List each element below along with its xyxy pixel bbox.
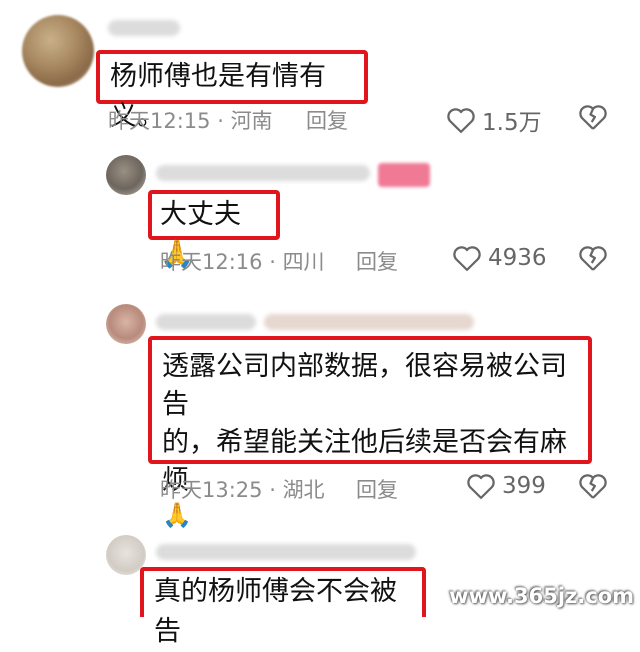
- comment-meta: 昨天12:16 · 四川: [160, 250, 325, 274]
- comment-highlight-box: 透露公司内部数据，很容易被公司告 的，希望能关注他后续是否会有麻烦 🙏: [148, 336, 592, 529]
- comment-text: 大丈夫: [160, 199, 241, 230]
- broken-heart-icon: [579, 105, 607, 130]
- reply-button[interactable]: 回复: [356, 246, 398, 276]
- avatar[interactable]: [106, 304, 146, 344]
- username-blurred[interactable]: [156, 165, 370, 181]
- comment-highlight-box: 杨师傅也是有情有义。: [96, 50, 368, 132]
- comment-location: 四川: [282, 250, 325, 274]
- like-button[interactable]: 4936: [452, 244, 547, 272]
- comment-time: 昨天13:25: [160, 478, 263, 502]
- username-blurred[interactable]: [156, 314, 256, 330]
- comment-meta: 昨天13:25 · 湖北: [160, 478, 325, 502]
- watermark: www.365jz.com: [449, 584, 634, 608]
- comment-text-line: 透露公司内部数据，很容易被公司告: [162, 351, 567, 420]
- comment-location: 湖北: [282, 478, 325, 502]
- broken-heart-icon: [579, 474, 607, 499]
- like-count: 1.5万: [482, 110, 542, 136]
- dislike-button[interactable]: [578, 103, 608, 135]
- heart-outline-icon: [453, 246, 481, 271]
- heart-outline-icon: [447, 108, 475, 133]
- username-blurred[interactable]: [108, 20, 180, 36]
- reply-button[interactable]: 回复: [306, 105, 348, 135]
- author-badge: [378, 163, 430, 187]
- dislike-button[interactable]: [578, 472, 608, 504]
- heart-outline-icon: [467, 474, 495, 499]
- avatar[interactable]: [106, 155, 146, 195]
- broken-heart-icon: [579, 246, 607, 271]
- comment-location: 河南: [230, 109, 273, 133]
- like-button[interactable]: 1.5万: [446, 103, 542, 137]
- reply-button[interactable]: 回复: [356, 474, 398, 504]
- reply-to-blurred[interactable]: [264, 314, 474, 330]
- like-count: 399: [502, 473, 546, 499]
- username-blurred[interactable]: [156, 544, 416, 560]
- comment-time: 昨天12:15: [108, 109, 211, 133]
- comment-highlight-box: 真的杨师傅会不会被告: [140, 567, 426, 647]
- comment-highlight-box: 大丈夫🙏: [148, 190, 280, 270]
- avatar[interactable]: [22, 15, 94, 87]
- like-count: 4936: [488, 245, 547, 271]
- like-button[interactable]: 399: [466, 472, 546, 500]
- dislike-button[interactable]: [578, 244, 608, 276]
- comment-time: 昨天12:16: [160, 250, 263, 274]
- comment-text: 真的杨师傅会不会被告: [154, 576, 397, 647]
- comment-meta: 昨天12:15 · 河南: [108, 109, 273, 133]
- pray-emoji-icon: 🙏: [162, 501, 192, 529]
